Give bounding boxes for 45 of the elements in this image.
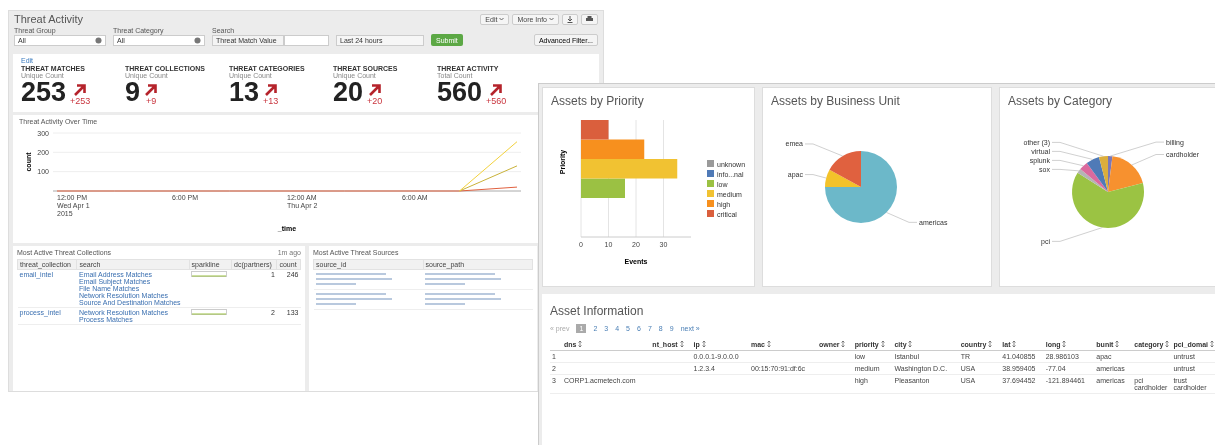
kpi-delta: +9 (145, 97, 157, 106)
trend-up-icon (73, 83, 88, 97)
trend-up-icon (144, 83, 159, 97)
sort-icon[interactable] (1115, 341, 1120, 347)
sort-icon[interactable] (988, 341, 993, 347)
sort-icon[interactable] (1210, 341, 1214, 347)
sort-icon[interactable] (880, 341, 885, 347)
sparkline-drawing (191, 309, 228, 315)
kpi-delta: +560 (486, 97, 507, 106)
dashboard-title: Threat Activity (14, 13, 84, 25)
panel-title: Assets by Category (1008, 94, 1114, 108)
sort-icon[interactable] (679, 341, 684, 347)
kpi-delta: +253 (70, 97, 91, 106)
sort-icon[interactable] (1062, 341, 1067, 347)
sort-icon[interactable] (841, 341, 846, 347)
print-icon[interactable] (581, 13, 598, 25)
panel-title: Asset Information (550, 304, 645, 318)
panel-title: Assets by Priority (551, 94, 645, 108)
kpi-delta: +13 (263, 97, 279, 106)
trend-up-icon (367, 83, 382, 97)
leader-line (1051, 169, 1080, 172)
leader-line (804, 143, 843, 157)
kpi-value: 20 (333, 79, 364, 106)
sort-icon[interactable] (1165, 341, 1170, 347)
trend-up-icon (489, 83, 504, 97)
sort-icon[interactable] (766, 341, 771, 347)
caret-icon (499, 17, 505, 21)
kpi-value: 9 (125, 79, 141, 106)
search-field[interactable] (284, 35, 329, 46)
trend-up-icon (263, 83, 278, 97)
kpi-value: 560 (437, 79, 483, 106)
leader-line (804, 174, 827, 179)
kpi-value: 13 (229, 79, 260, 106)
caret-icon (549, 17, 554, 21)
download-icon[interactable] (562, 13, 578, 25)
sort-icon[interactable] (908, 341, 913, 347)
kpi-delta: +20 (367, 97, 383, 106)
panel-title: Assets by Business Unit (771, 94, 901, 108)
leader-line (886, 212, 918, 223)
kpi-value: 253 (21, 79, 67, 106)
sparkline-drawing (191, 271, 228, 277)
sort-icon[interactable] (701, 341, 706, 347)
leader-line (1051, 227, 1103, 242)
sort-icon[interactable] (578, 341, 583, 347)
sort-icon[interactable] (1012, 341, 1017, 347)
